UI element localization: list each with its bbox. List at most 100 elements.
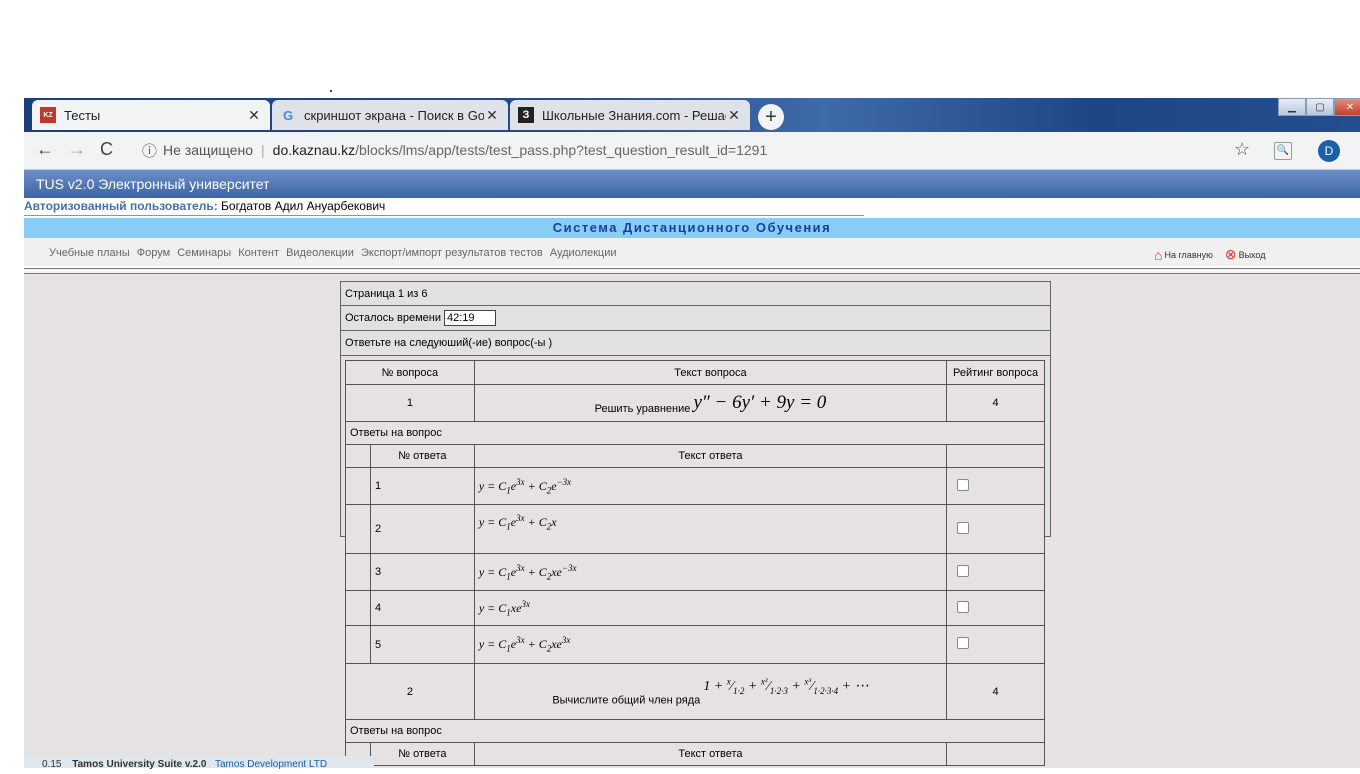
- question-formula: y″ − 6y′ + 9y = 0: [693, 391, 827, 413]
- footer-version: 0.15: [42, 759, 62, 770]
- question-formula: 1 + x⁄1·2 + x²⁄1·2·3 + x³⁄1·2·3·4 + ⋯: [703, 676, 869, 696]
- question-text-header: Текст вопроса: [473, 360, 948, 385]
- profile-avatar[interactable]: D: [1318, 140, 1340, 162]
- menu-item-video-lectures[interactable]: Видеолекции: [286, 247, 354, 259]
- exit-link[interactable]: ⊗ Выход: [1225, 246, 1266, 263]
- tab-title: Школьные Знания.com - Решае: [542, 107, 726, 123]
- answer-row: 4 y = C1xe3x: [345, 590, 1045, 626]
- answer-num-header: № ответа: [369, 444, 475, 468]
- page-footer: 0.15 Tamos University Suite v.2.0 Tamos …: [24, 756, 374, 770]
- answer-text-header: Текст ответа: [473, 742, 948, 766]
- url-path: /blocks/lms/app/tests/test_pass.php?test…: [355, 142, 768, 158]
- page-info-text: Страница 1 из 6: [345, 287, 428, 300]
- answer-checkbox[interactable]: [957, 637, 970, 649]
- url-host: do.kaznau.kz: [272, 142, 356, 158]
- close-icon[interactable]: ✕: [246, 107, 262, 124]
- answer-checkbox[interactable]: [957, 564, 970, 577]
- main-menu: Учебные планы Форум Семинары Контент Вид…: [24, 238, 1360, 266]
- tab-title: скриншот экрана - Поиск в Goo: [304, 107, 484, 123]
- bookmark-star-icon[interactable]: ☆: [1234, 139, 1250, 160]
- tab-tests[interactable]: KZ Тесты ✕: [32, 100, 270, 130]
- home-link[interactable]: ⌂ На главную: [1154, 247, 1213, 263]
- window-close-icon[interactable]: ✕: [1334, 98, 1360, 116]
- stray-dot: [330, 90, 332, 92]
- exit-icon: ⊗: [1224, 246, 1237, 262]
- answers-header-row: № ответа Текст ответа: [345, 444, 1045, 468]
- tab-google-search[interactable]: G скриншот экрана - Поиск в Goo ✕: [272, 100, 508, 130]
- close-icon[interactable]: ✕: [484, 107, 500, 124]
- questions-table: № вопроса Текст вопроса Рейтинг вопроса …: [345, 360, 1045, 766]
- menu-item-audio-lectures[interactable]: Аудиолекции: [550, 247, 617, 259]
- info-icon[interactable]: ⓘ: [142, 140, 157, 161]
- question-prompt: Решить уравнение: [594, 402, 691, 415]
- menu-item-content[interactable]: Контент: [238, 247, 279, 259]
- user-label: Авторизованный пользователь:: [24, 199, 218, 213]
- answer-checkbox[interactable]: [957, 600, 970, 613]
- close-icon[interactable]: ✕: [726, 107, 742, 124]
- divider: [24, 215, 864, 216]
- question-num: 2: [345, 663, 475, 720]
- rating-header: Рейтинг вопроса: [946, 360, 1045, 385]
- tab-title: Тесты: [64, 107, 101, 123]
- user-line: Авторизованный пользователь: Богдатов Ад…: [24, 199, 385, 213]
- url-omnibox[interactable]: ⓘ Не защищено | do.kaznau.kz/blocks/lms/…: [132, 136, 1262, 164]
- answer-num-header: № ответа: [369, 742, 475, 766]
- answer-formula: y = C1e3x + C2xe−3x: [473, 553, 948, 591]
- time-left-field: [444, 310, 497, 326]
- answer-num: 1: [369, 467, 475, 505]
- tab-znanija[interactable]: З Школьные Знания.com - Решае ✕: [510, 100, 750, 130]
- answer-row: 1 y = C1e3x + C2e−3x: [345, 467, 1045, 505]
- answer-num: 3: [369, 553, 475, 591]
- answer-num: 5: [369, 625, 475, 664]
- window-controls: ▁ ▢ ✕: [1278, 98, 1360, 116]
- answer-formula: y = C1e3x + C2e−3x: [473, 467, 948, 505]
- answer-row: 3 y = C1e3x + C2xe−3x: [345, 553, 1045, 591]
- menu-item-seminars[interactable]: Семинары: [177, 247, 231, 259]
- exit-label: Выход: [1238, 249, 1266, 260]
- answer-checkbox[interactable]: [957, 521, 970, 534]
- time-left-label: Осталось времени: [345, 312, 442, 324]
- new-tab-button[interactable]: +: [758, 104, 784, 130]
- menu-item-forum[interactable]: Форум: [137, 247, 170, 259]
- answers-label-row: Ответы на вопрос: [345, 421, 1045, 445]
- home-icon: ⌂: [1154, 246, 1163, 263]
- question-num: 1: [345, 384, 475, 422]
- footer-company-link[interactable]: Tamos Development LTD: [215, 759, 327, 770]
- answer-num: 4: [369, 590, 475, 626]
- answers-header-row: № ответа Текст ответа: [345, 742, 1045, 766]
- table-header-row: № вопроса Текст вопроса Рейтинг вопроса: [345, 360, 1045, 385]
- answer-text-header: Текст ответа: [473, 444, 948, 468]
- answer-checkbox[interactable]: [957, 478, 970, 491]
- maximize-icon[interactable]: ▢: [1306, 98, 1334, 116]
- reload-icon[interactable]: C: [100, 139, 113, 160]
- question-rating: 4: [946, 384, 1045, 422]
- menu-item-study-plans[interactable]: Учебные планы: [49, 247, 130, 259]
- instruction-text: Ответьте на следуюший(-ие) вопрос(-ы ): [345, 337, 553, 349]
- question-text: Решить уравнение y″ − 6y′ + 9y = 0: [473, 384, 948, 422]
- not-secure-label: Не защищено: [163, 142, 254, 158]
- answer-row: 5 y = C1e3x + C2xe3x: [345, 625, 1045, 664]
- extension-icon[interactable]: 🔍: [1274, 142, 1292, 160]
- question-text: Вычислите общий член ряда 1 + x⁄1·2 + x²…: [473, 663, 948, 720]
- footer-product: Tamos University Suite v.2.0: [72, 759, 207, 770]
- answer-num: 2: [369, 504, 475, 554]
- answer-formula: y = C1e3x + C2x: [473, 504, 948, 554]
- forward-arrow-icon[interactable]: →: [68, 139, 86, 160]
- google-icon: G: [282, 107, 294, 123]
- page-info: Страница 1 из 6: [340, 281, 1051, 306]
- site-header: TUS v2.0 Электронный университет: [24, 170, 1360, 198]
- minimize-icon[interactable]: ▁: [1278, 98, 1306, 116]
- divider: |: [261, 142, 265, 158]
- question-rating: 4: [946, 663, 1045, 720]
- question-row: 2 Вычислите общий член ряда 1 + x⁄1·2 + …: [345, 663, 1045, 720]
- answer-row: 2 y = C1e3x + C2x: [345, 504, 1045, 554]
- answers-label: Ответы на вопрос: [345, 719, 1045, 743]
- menu-item-export-import[interactable]: Экспорт/импорт результатов тестов: [361, 247, 543, 259]
- question-prompt: Вычислите общий член ряда: [552, 694, 701, 707]
- back-arrow-icon[interactable]: ←: [36, 139, 54, 160]
- znanija-icon: З: [518, 107, 534, 123]
- answers-label-row: Ответы на вопрос: [345, 719, 1045, 743]
- home-label: На главную: [1164, 249, 1213, 260]
- question-num-header: № вопроса: [345, 360, 475, 385]
- time-left: Осталось времени: [340, 306, 1051, 331]
